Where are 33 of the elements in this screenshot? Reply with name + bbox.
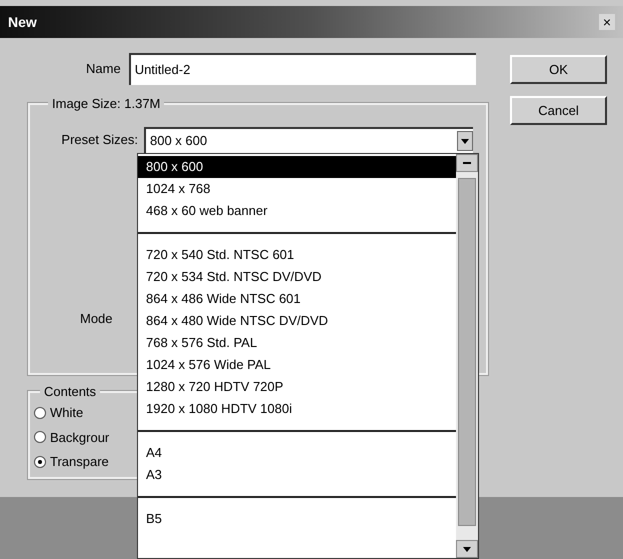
radio-button[interactable] — [34, 431, 46, 444]
dialog-button[interactable]: OK — [510, 55, 607, 84]
radio-button[interactable] — [34, 406, 46, 419]
field-label: Name — [86, 60, 121, 78]
list-item[interactable]: B5 — [138, 508, 456, 530]
list-item[interactable]: 1920 x 1080 HDTV 1080i — [138, 398, 456, 420]
scrollbar[interactable] — [456, 154, 478, 558]
radio-label: Backgrour — [50, 428, 110, 447]
scroll-thumb[interactable] — [458, 178, 476, 526]
radio-button[interactable] — [34, 456, 46, 468]
list-item[interactable]: 864 x 480 Wide NTSC DV/DVD — [138, 310, 456, 332]
scroll-down-icon[interactable] — [456, 540, 478, 558]
list-item[interactable]: 1024 x 768 — [138, 178, 456, 200]
name-field[interactable]: Untitled-2 — [128, 53, 476, 85]
preset-dropdown[interactable]: 800 x 600 — [144, 127, 473, 153]
dialog-button[interactable]: Cancel — [510, 96, 607, 125]
list-item[interactable]: 768 x 576 Std. PAL — [138, 332, 456, 354]
scroll-up-icon[interactable] — [456, 154, 478, 172]
list-item[interactable]: 468 x 60 web banner — [138, 200, 456, 222]
close-button[interactable]: × — [598, 14, 615, 30]
field-label: Preset Sizes: — [60, 131, 138, 150]
window-title: New — [8, 12, 37, 32]
field-label: Mode — [80, 310, 113, 328]
list-item[interactable]: 800 x 600 — [138, 156, 456, 178]
list-item[interactable]: 720 x 540 Std. NTSC 601 — [138, 244, 456, 266]
list-item[interactable]: A4 — [138, 442, 456, 464]
list-item[interactable]: 1280 x 720 HDTV 720P — [138, 376, 456, 398]
list-item[interactable]: 864 x 486 Wide NTSC 601 — [138, 288, 456, 310]
list-item[interactable]: 1024 x 576 Wide PAL — [138, 354, 456, 376]
list-item[interactable]: A3 — [138, 464, 456, 486]
radio-label: White — [50, 404, 84, 422]
radio-label: Transpare — [50, 453, 109, 471]
list-item[interactable]: 720 x 534 Std. NTSC DV/DVD — [138, 266, 456, 288]
